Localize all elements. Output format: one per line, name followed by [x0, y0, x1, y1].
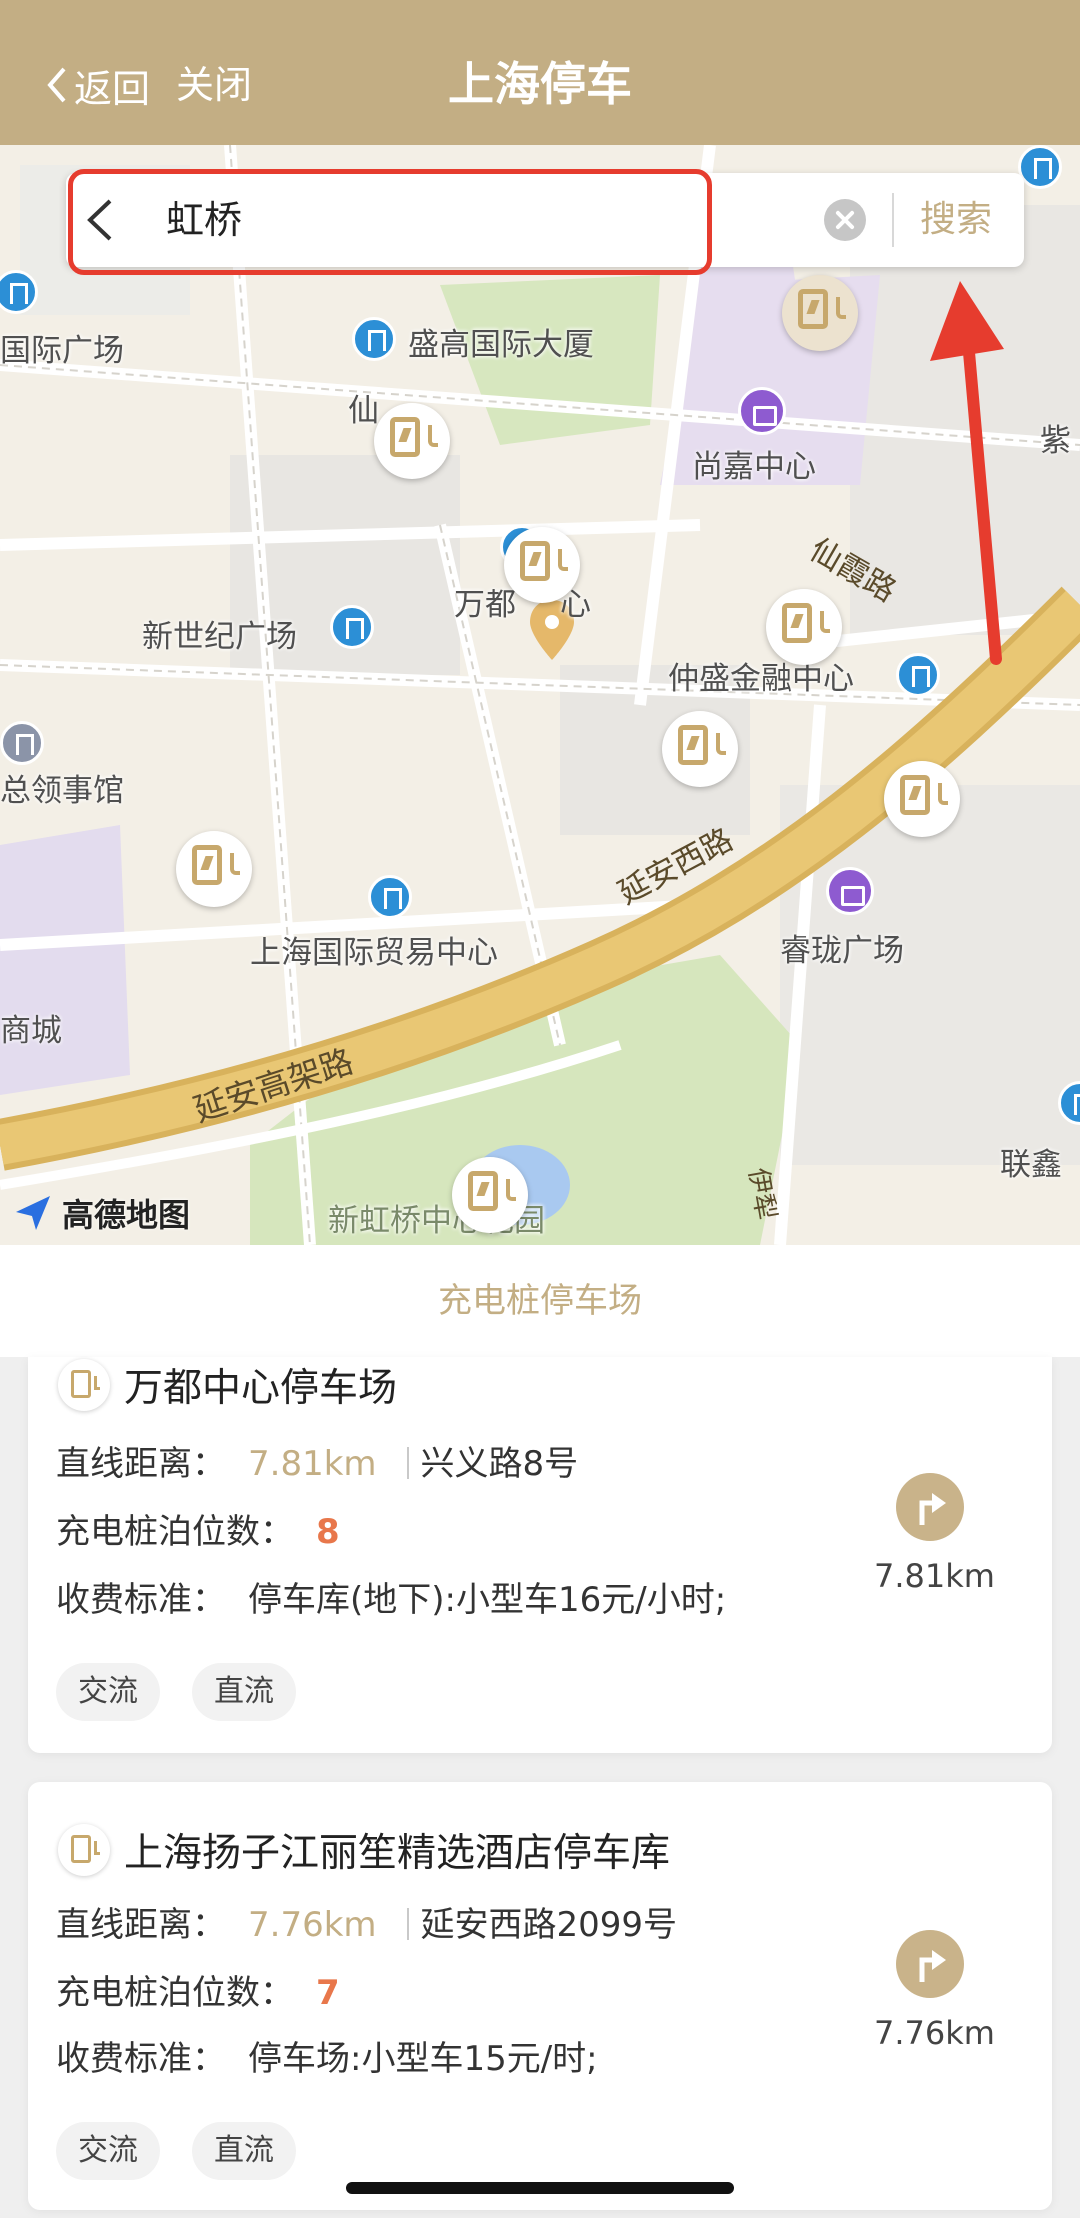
- building-icon: [352, 317, 396, 361]
- count-row: 充电桩泊位数： 7: [56, 1973, 340, 2013]
- poi-label: 国际广场: [0, 333, 124, 369]
- ev-charger-marker[interactable]: [452, 1157, 528, 1233]
- poi-label: 盛高国际大厦: [408, 327, 594, 363]
- poi-label: 尚嘉中心: [692, 449, 816, 485]
- tag-ac: 交流: [56, 1663, 160, 1721]
- app-header: 返回 关闭 上海停车: [0, 0, 1080, 145]
- shopping-bag-icon: [826, 867, 874, 915]
- fee-value: 停车库(地下):小型车16元/小时;: [248, 1580, 727, 1620]
- distance-value: 7.81km: [248, 1444, 377, 1484]
- map-view[interactable]: 国际广场 盛高国际大厦 仙 尚嘉中心 紫 万都 心 新世纪广场 仙霞路 仲盛金融…: [0, 145, 1080, 1245]
- map-provider-logo: 高德地图: [12, 1190, 190, 1236]
- distance-row: 直线距离： 7.76km 延安西路2099号: [56, 1905, 678, 1945]
- tag-ac: 交流: [56, 2122, 160, 2180]
- ev-charger-icon: [58, 1359, 110, 1411]
- fee-value: 停车场:小型车15元/时;: [248, 2039, 598, 2079]
- sheet-title: 充电桩停车场: [0, 1245, 1080, 1357]
- ev-charger-icon: [58, 1824, 110, 1876]
- poi-label: 万都: [454, 587, 516, 623]
- nav-distance: 7.81km: [874, 1557, 995, 1595]
- ev-charger-marker[interactable]: [884, 761, 960, 837]
- turn-right-icon: [919, 1493, 946, 1525]
- navigation-arrow-icon: [16, 1196, 50, 1230]
- distance-row: 直线距离： 7.81km 兴义路8号: [56, 1444, 579, 1484]
- navigate-button[interactable]: [896, 1930, 964, 1998]
- tag-dc: 直流: [192, 1663, 296, 1721]
- divider: [892, 193, 894, 247]
- fee-row: 收费标准： 停车场:小型车15元/时;: [56, 2039, 598, 2079]
- parking-lot-card[interactable]: 万都中心停车场 直线距离： 7.81km 兴义路8号 充电桩泊位数： 8 收费标准：停…: [28, 1357, 1052, 1753]
- address: 延安西路2099号: [420, 1905, 678, 1945]
- address: 兴义路8号: [420, 1444, 579, 1484]
- building-icon: [1018, 145, 1062, 189]
- consulate-icon: [0, 721, 44, 765]
- ev-charger-marker[interactable]: [766, 589, 842, 665]
- turn-right-icon: [919, 1950, 946, 1982]
- nav-distance: 7.76km: [874, 2014, 995, 2052]
- lot-name: 万都中心停车场: [124, 1366, 398, 1411]
- poi-label: 紫: [1040, 423, 1071, 459]
- count-row: 充电桩泊位数： 8: [56, 1512, 340, 1552]
- page-title: 上海停车: [448, 57, 632, 111]
- building-icon: [368, 875, 412, 919]
- ev-charger-marker[interactable]: [374, 403, 450, 479]
- fee-row: 收费标准： 停车库(地下):小型车16元/小时;: [56, 1580, 727, 1620]
- arrow-annotation-icon: [930, 281, 1004, 665]
- distance-value: 7.76km: [248, 1905, 377, 1945]
- parking-lot-card[interactable]: 上海扬子江丽笙精选酒店停车库 直线距离： 7.76km 延安西路2099号 充电桩泊…: [28, 1782, 1052, 2210]
- search-bar: 虹桥 搜索: [66, 169, 1024, 275]
- poi-label: 仙: [348, 393, 379, 429]
- charger-count: 8: [316, 1512, 340, 1552]
- poi-label: 总领事馆: [0, 773, 124, 809]
- lot-name: 上海扬子江丽笙精选酒店停车库: [124, 1831, 671, 1876]
- poi-label: 上海国际贸易中心: [250, 935, 498, 971]
- tag-dc: 直流: [192, 2122, 296, 2180]
- poi-label: 联鑫: [1000, 1147, 1062, 1183]
- building-icon: [330, 605, 374, 649]
- ev-charger-marker[interactable]: [176, 831, 252, 907]
- charger-count: 7: [316, 1973, 340, 2013]
- search-button[interactable]: 搜索: [920, 193, 992, 247]
- home-indicator[interactable]: [346, 2182, 734, 2194]
- ev-charger-marker[interactable]: [662, 711, 738, 787]
- poi-label: 新世纪广场: [142, 619, 297, 655]
- shopping-bag-icon: [738, 387, 786, 435]
- poi-label: 睿珑广场: [780, 933, 904, 969]
- poi-label: 仲盛金融中心: [668, 661, 854, 697]
- highlight-box: [68, 169, 712, 275]
- ev-charger-marker[interactable]: [782, 275, 858, 351]
- navigate-button[interactable]: [896, 1473, 964, 1541]
- clear-icon[interactable]: [824, 199, 866, 241]
- ev-charger-marker[interactable]: [504, 527, 580, 603]
- poi-label: 商城: [0, 1013, 62, 1049]
